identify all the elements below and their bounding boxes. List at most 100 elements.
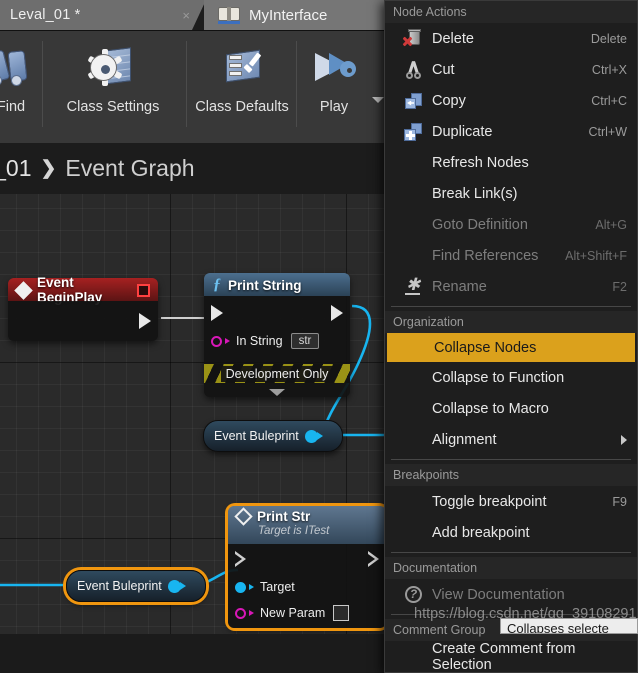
function-icon: ƒ	[213, 276, 221, 293]
binoculars-icon	[0, 39, 39, 95]
node-title: Print String	[228, 277, 302, 293]
menu-item-collapse-to-macro[interactable]: Collapse to Macro	[385, 393, 637, 424]
trash-icon	[402, 28, 424, 49]
pin-nub-icon	[225, 338, 230, 344]
menu-item-label: View Documentation	[432, 586, 565, 603]
menu-item-break-link-s[interactable]: Break Link(s)	[385, 178, 637, 209]
chevron-right-icon	[621, 434, 627, 445]
string-pin-icon[interactable]	[235, 607, 246, 619]
menu-section-header: Node Actions	[385, 1, 637, 23]
toolbar-button-class-settings[interactable]: Class Settings	[52, 39, 174, 135]
menu-item-cut[interactable]: Cut Ctrl+X	[385, 54, 637, 85]
menu-item-label: Delete	[432, 30, 474, 47]
checklist-icon	[214, 39, 270, 95]
menu-item-label: Collapse Nodes	[434, 339, 537, 356]
in-string-input[interactable]: str	[290, 333, 320, 349]
new-param-input[interactable]	[333, 605, 350, 621]
toolbar-separator	[296, 41, 297, 127]
pin-row-target[interactable]: Target	[228, 574, 386, 600]
string-pin-icon[interactable]	[211, 335, 222, 347]
gear-blueprint-icon	[85, 39, 141, 95]
pin-row-new-param[interactable]: New Param	[228, 600, 386, 626]
menu-item-collapse-to-function[interactable]: Collapse to Function	[385, 362, 637, 393]
node-title: Print Str	[257, 509, 311, 524]
menu-item-shortcut: Alt+G	[595, 217, 627, 232]
pin-label: Target	[260, 580, 295, 594]
tab-label: Leval_01 *	[10, 7, 81, 23]
menu-item-delete[interactable]: Delete Delete	[385, 23, 637, 54]
play-icon	[306, 39, 362, 95]
pin-label: New Param	[260, 606, 326, 620]
menu-item-refresh-nodes[interactable]: Refresh Nodes	[385, 147, 637, 178]
exec-output-pin[interactable]	[139, 313, 151, 329]
node-print-str[interactable]: Print Str Target is ITest Target New Par…	[228, 506, 386, 628]
node-event-blueprint-reroute-b[interactable]: Event Buleprint	[66, 570, 206, 602]
help-icon: ?	[402, 585, 424, 605]
pin-label: In String	[236, 334, 283, 348]
toolbar-separator	[186, 41, 187, 127]
copy-icon	[402, 91, 424, 111]
menu-item-add-breakpoint[interactable]: Add breakpoint	[385, 517, 637, 548]
toolbar-separator	[42, 41, 43, 127]
menu-item-label: Rename	[432, 278, 487, 295]
toolbar-button-find[interactable]: Find	[0, 39, 40, 135]
node-expand-toggle[interactable]	[204, 389, 350, 396]
exec-input-pin[interactable]	[235, 551, 246, 567]
toolbar-label: Find	[0, 99, 26, 115]
node-context-menu[interactable]: Node Actions Delete Delete Cut Ctrl+X Copy Ctr…	[384, 0, 638, 673]
object-pin-icon[interactable]	[235, 581, 246, 593]
pin-nub-icon	[249, 584, 254, 590]
menu-item-toggle-breakpoint[interactable]: Toggle breakpoint F9	[385, 486, 637, 517]
exec-output-pin[interactable]	[331, 305, 343, 321]
node-subtitle: Target is ITest	[258, 525, 330, 537]
tab-level-01[interactable]: Leval_01 * ×	[0, 0, 206, 30]
menu-item-label: Toggle breakpoint	[432, 493, 547, 510]
menu-item-label: Create Comment from Selection	[432, 640, 576, 673]
scissors-icon	[402, 60, 424, 80]
reroute-label: Event Buleprint	[214, 429, 299, 443]
node-body	[8, 301, 158, 341]
menu-item-shortcut: F9	[612, 494, 627, 509]
node-header: ƒ Print String	[204, 273, 350, 296]
reroute-label: Event Buleprint	[77, 579, 162, 593]
node-header: Print Str Target is ITest	[228, 506, 386, 544]
menu-item-label: Add breakpoint	[432, 524, 530, 541]
menu-section-header: Breakpoints	[385, 464, 637, 486]
menu-item-shortcut: F2	[612, 279, 627, 294]
menu-item-alignment[interactable]: Alignment	[385, 424, 637, 455]
pin-nub-icon	[249, 610, 254, 616]
menu-item-label: Cut	[432, 61, 455, 78]
breadcrumb-root[interactable]: l_01	[0, 155, 31, 182]
interface-diamond-icon	[234, 507, 253, 526]
exec-input-pin[interactable]	[211, 305, 223, 321]
toolbar-button-play[interactable]: Play	[304, 39, 364, 135]
menu-item-create-comment-from-selection[interactable]: Create Comment from Selection	[385, 640, 637, 673]
node-print-string[interactable]: ƒ Print String In String str Development…	[204, 273, 350, 397]
menu-item-copy[interactable]: Copy Ctrl+C	[385, 85, 637, 116]
node-event-beginplay[interactable]: Event BeginPlay	[8, 275, 158, 341]
pin-nub-icon	[316, 432, 323, 440]
exec-output-pin[interactable]	[368, 551, 379, 567]
menu-separator	[391, 306, 631, 307]
chevron-down-icon[interactable]	[372, 97, 384, 103]
menu-separator	[391, 552, 631, 553]
menu-section-header: Documentation	[385, 557, 637, 579]
menu-item-duplicate[interactable]: Duplicate Ctrl+W	[385, 116, 637, 147]
menu-item-label: Find References	[432, 247, 539, 264]
menu-item-label: Duplicate	[432, 123, 493, 140]
toolbar-label: Class Defaults	[195, 99, 289, 115]
pin-row-in-string[interactable]: In String str	[204, 328, 350, 354]
rename-icon: ✱	[405, 274, 421, 295]
menu-item-collapse-nodes[interactable]: Collapse Nodes	[387, 333, 635, 362]
duplicate-icon	[402, 122, 424, 142]
event-toggle-icon[interactable]	[137, 283, 150, 297]
menu-item-shortcut: Ctrl+W	[588, 124, 627, 139]
toolbar-button-class-defaults[interactable]: Class Defaults	[195, 39, 289, 135]
close-icon[interactable]: ×	[182, 8, 196, 23]
breadcrumb-leaf[interactable]: Event Graph	[65, 155, 194, 182]
node-event-blueprint-reroute-a[interactable]: Event Buleprint	[203, 420, 343, 452]
menu-item-rename: ✱ Rename F2	[385, 271, 637, 302]
menu-item-label: Refresh Nodes	[432, 154, 529, 171]
pin-nub-icon	[179, 582, 186, 590]
event-diamond-icon	[14, 280, 33, 300]
